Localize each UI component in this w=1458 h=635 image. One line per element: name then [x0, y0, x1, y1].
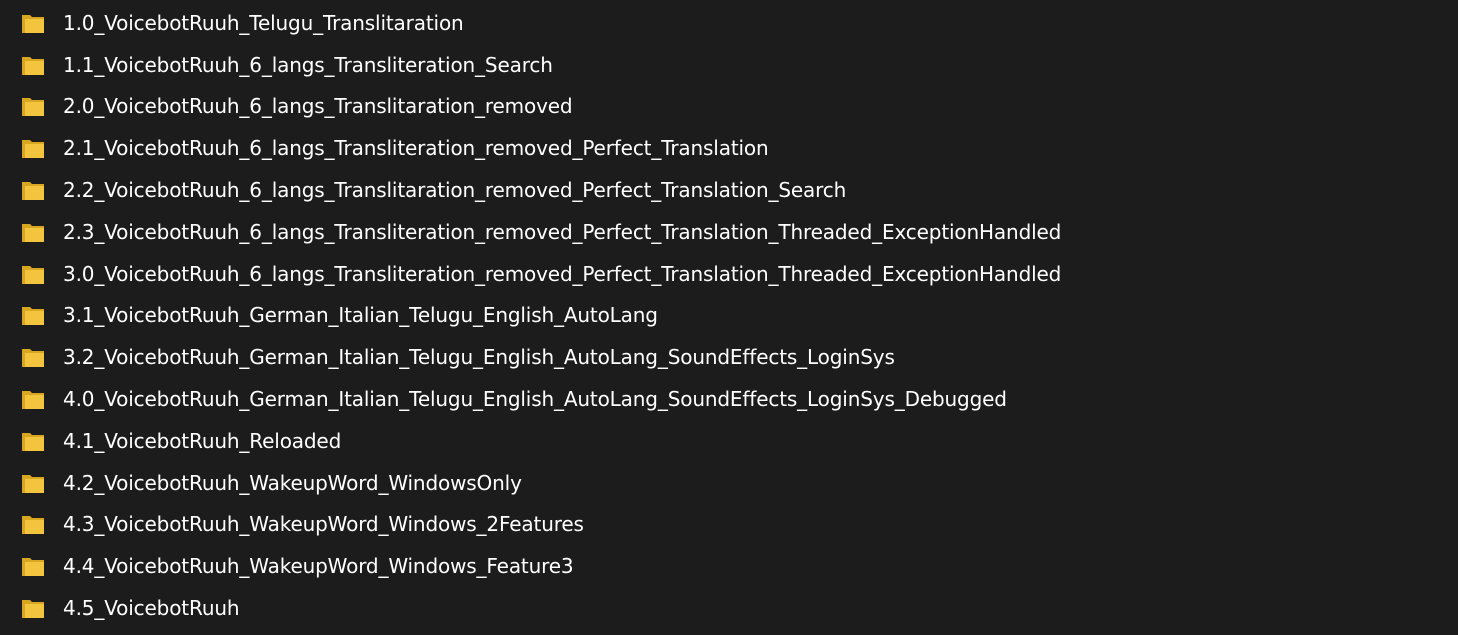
- folder-row[interactable]: 4.4_VoicebotRuuh_WakeupWord_Windows_Feat…: [0, 545, 1458, 587]
- folder-row[interactable]: 3.2_VoicebotRuuh_German_Italian_Telugu_E…: [0, 336, 1458, 378]
- folder-icon: [22, 474, 44, 493]
- folder-icon: [22, 432, 44, 451]
- folder-name: 4.0_VoicebotRuuh_German_Italian_Telugu_E…: [63, 387, 1007, 412]
- folder-row[interactable]: 4.1_VoicebotRuuh_Reloaded: [0, 420, 1458, 462]
- folder-icon: [22, 98, 44, 117]
- folder-icon: [22, 182, 44, 201]
- folder-name: 4.4_VoicebotRuuh_WakeupWord_Windows_Feat…: [63, 554, 574, 579]
- folder-row[interactable]: 4.0_VoicebotRuuh_German_Italian_Telugu_E…: [0, 378, 1458, 420]
- folder-row[interactable]: 4.2_VoicebotRuuh_WakeupWord_WindowsOnly: [0, 462, 1458, 504]
- folder-name: 2.2_VoicebotRuuh_6_langs_Translitaration…: [63, 178, 847, 203]
- folder-icon: [22, 56, 44, 75]
- folder-icon: [22, 265, 44, 284]
- folder-row[interactable]: 1.0_VoicebotRuuh_Telugu_Translitaration: [0, 2, 1458, 44]
- folder-list: 1.0_VoicebotRuuh_Telugu_Translitaration 1…: [0, 0, 1458, 635]
- folder-name: 3.2_VoicebotRuuh_German_Italian_Telugu_E…: [63, 345, 895, 370]
- folder-row[interactable]: 3.1_VoicebotRuuh_German_Italian_Telugu_E…: [0, 295, 1458, 337]
- folder-name: 2.3_VoicebotRuuh_6_langs_Transliteration…: [63, 219, 1062, 244]
- folder-name: 4.5_VoicebotRuuh: [63, 596, 240, 621]
- folder-name: 4.2_VoicebotRuuh_WakeupWord_WindowsOnly: [63, 470, 522, 495]
- folder-row[interactable]: 2.0_VoicebotRuuh_6_langs_Translitaration…: [0, 86, 1458, 128]
- folder-icon: [22, 600, 44, 619]
- folder-icon: [22, 516, 44, 535]
- folder-row[interactable]: 4.5_VoicebotRuuh: [0, 587, 1458, 629]
- folder-name: 3.0_VoicebotRuuh_6_langs_Transliteration…: [63, 261, 1062, 286]
- folder-name: 4.3_VoicebotRuuh_WakeupWord_Windows_2Fea…: [63, 512, 584, 537]
- folder-name: 1.1_VoicebotRuuh_6_langs_Transliteration…: [63, 52, 553, 77]
- folder-icon: [22, 223, 44, 242]
- folder-row[interactable]: 3.0_VoicebotRuuh_6_langs_Transliteration…: [0, 253, 1458, 295]
- folder-row[interactable]: 2.3_VoicebotRuuh_6_langs_Transliteration…: [0, 211, 1458, 253]
- folder-name: 2.0_VoicebotRuuh_6_langs_Translitaration…: [63, 94, 573, 119]
- folder-name: 1.0_VoicebotRuuh_Telugu_Translitaration: [63, 10, 464, 35]
- folder-icon: [22, 14, 44, 33]
- folder-name: 4.1_VoicebotRuuh_Reloaded: [63, 428, 342, 453]
- folder-row[interactable]: 2.2_VoicebotRuuh_6_langs_Translitaration…: [0, 169, 1458, 211]
- folder-icon: [22, 140, 44, 159]
- folder-name: 3.1_VoicebotRuuh_German_Italian_Telugu_E…: [63, 303, 658, 328]
- folder-icon: [22, 391, 44, 410]
- folder-name: 2.1_VoicebotRuuh_6_langs_Transliteration…: [63, 136, 769, 161]
- folder-icon: [22, 558, 44, 577]
- folder-icon: [22, 349, 44, 368]
- folder-row[interactable]: 4.3_VoicebotRuuh_WakeupWord_Windows_2Fea…: [0, 504, 1458, 546]
- folder-icon: [22, 307, 44, 326]
- folder-row[interactable]: 1.1_VoicebotRuuh_6_langs_Transliteration…: [0, 44, 1458, 86]
- folder-row[interactable]: 2.1_VoicebotRuuh_6_langs_Transliteration…: [0, 127, 1458, 169]
